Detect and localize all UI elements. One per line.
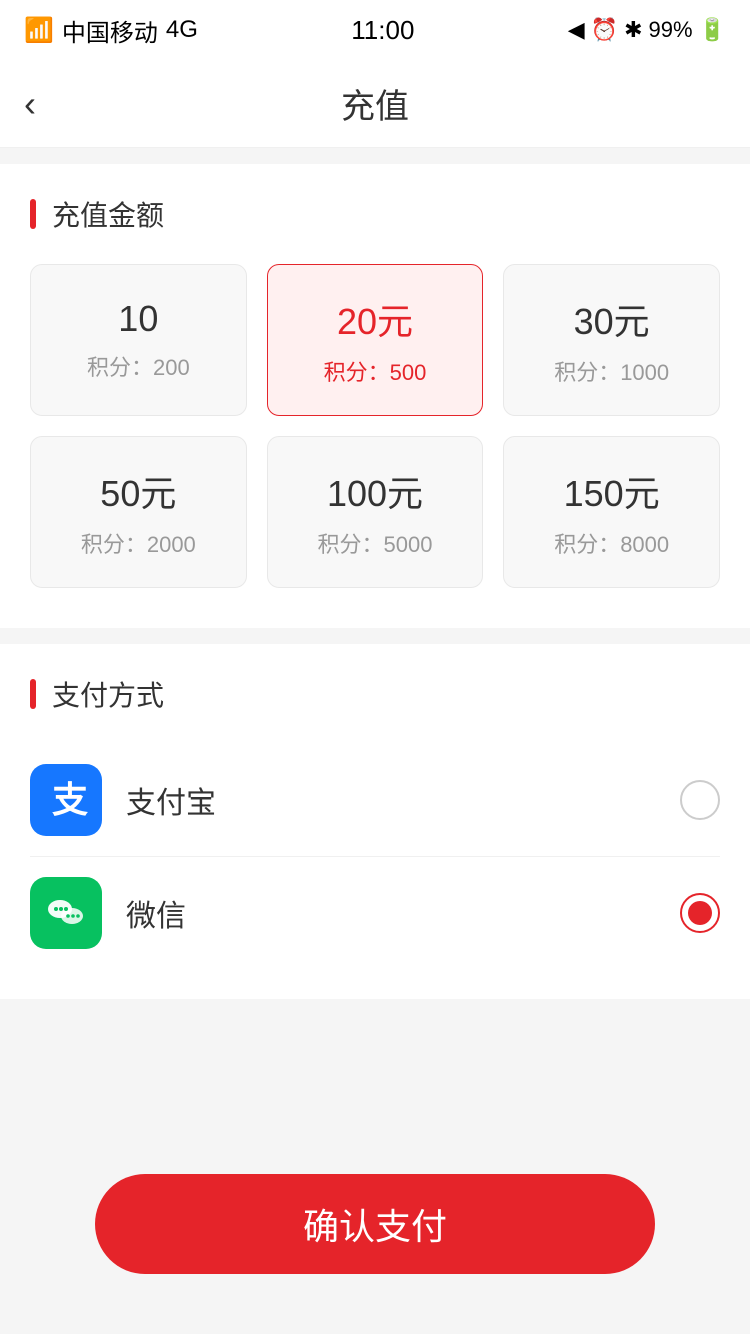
amount-card-50[interactable]: 50元 积分：2000 [30, 436, 247, 588]
battery-icon: 🔋 [699, 17, 726, 43]
status-left: 📶 中国移动 4G [24, 13, 198, 48]
alipay-label: 支付宝 [126, 778, 680, 822]
status-bar: 📶 中国移动 4G 11:00 ◀ ⏰ ✱ 99% 🔋 [0, 0, 750, 60]
status-time: 11:00 [351, 15, 414, 46]
amount-points-30: 积分：1000 [554, 355, 669, 387]
amount-card-100[interactable]: 100元 积分：5000 [267, 436, 484, 588]
payment-item-alipay[interactable]: 支 支付宝 [30, 744, 720, 857]
amount-value-20: 20元 [337, 293, 413, 345]
amount-points-100: 积分：5000 [318, 527, 433, 559]
back-button[interactable]: ‹ [24, 83, 36, 125]
signal-icon: 📶 [24, 16, 54, 45]
amount-card-150[interactable]: 150元 积分：8000 [503, 436, 720, 588]
amount-points-150: 积分：8000 [554, 527, 669, 559]
carrier-text: 中国移动 [62, 13, 158, 48]
amount-value-150: 150元 [564, 465, 660, 517]
amount-points-50: 积分：2000 [81, 527, 196, 559]
status-right: ◀ ⏰ ✱ 99% 🔋 [568, 17, 726, 43]
back-icon: ‹ [24, 83, 36, 125]
battery-text: 99% [649, 17, 693, 43]
confirm-payment-button[interactable]: 确认支付 [95, 1174, 655, 1274]
wechat-icon [30, 877, 102, 949]
amount-card-10[interactable]: 10 积分：200 [30, 264, 247, 416]
recharge-section: 充值金额 10 积分：200 20元 积分：500 30元 积分：1000 50… [0, 164, 750, 628]
amount-value-50: 50元 [100, 465, 176, 517]
page-title: 充值 [341, 79, 409, 128]
payment-section-title: 支付方式 [30, 674, 720, 714]
amount-value-100: 100元 [327, 465, 423, 517]
network-text: 4G [166, 16, 198, 44]
confirm-button-wrap: 确认支付 [95, 1174, 655, 1274]
payment-section: 支付方式 支 支付宝 微信 [0, 644, 750, 999]
amount-points-10: 积分：200 [87, 350, 190, 382]
svg-text:支: 支 [52, 780, 88, 820]
location-icon: ◀ [568, 17, 585, 43]
clock-icon: ⏰ [591, 17, 618, 43]
amount-points-20: 积分：500 [324, 355, 427, 387]
nav-bar: ‹ 充值 [0, 60, 750, 148]
amount-card-30[interactable]: 30元 积分：1000 [503, 264, 720, 416]
wechat-label: 微信 [126, 891, 680, 935]
amount-grid: 10 积分：200 20元 积分：500 30元 积分：1000 50元 积分：… [30, 264, 720, 588]
alipay-radio[interactable] [680, 780, 720, 820]
wechat-radio[interactable] [680, 893, 720, 933]
amount-value-30: 30元 [574, 293, 650, 345]
recharge-section-title: 充值金额 [30, 194, 720, 234]
alipay-icon: 支 [30, 764, 102, 836]
amount-card-20[interactable]: 20元 积分：500 [267, 264, 484, 416]
payment-item-wechat[interactable]: 微信 [30, 857, 720, 969]
bluetooth-icon: ✱ [624, 17, 642, 43]
amount-value-10: 10 [118, 298, 158, 340]
